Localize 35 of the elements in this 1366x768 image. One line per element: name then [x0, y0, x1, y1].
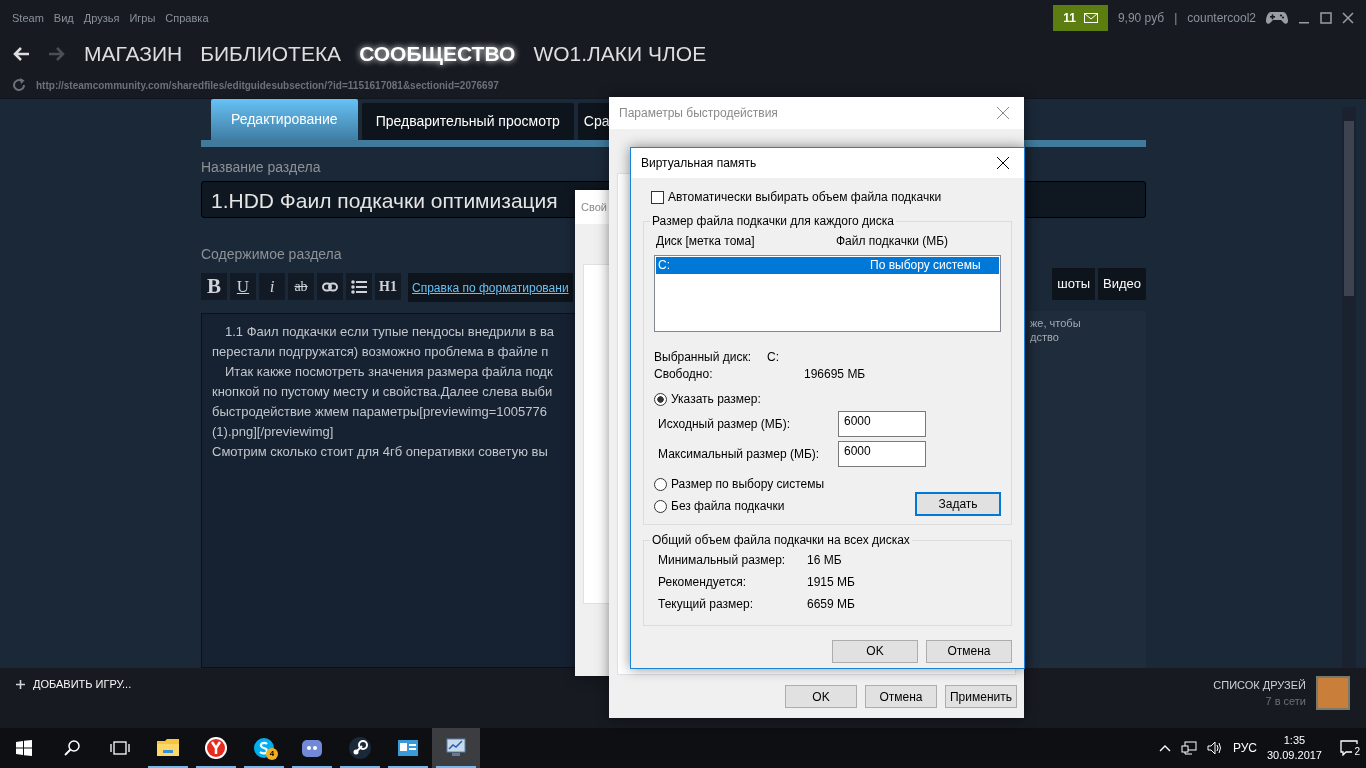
info-label: Минимальный размер:: [658, 553, 787, 568]
field-label: Содержимое раздела: [201, 245, 342, 264]
info-value: 6659 МБ: [807, 597, 855, 612]
info-value: C:: [767, 350, 780, 365]
info-label: Свободно:: [654, 367, 714, 382]
content-text-line: Итак какже посмотреть значения размера файла подк: [224, 363, 553, 381]
address-text: http://steamcommunity.com/sharedfiles/editguidesubsection/?id=1151617081&sectionid=2076697: [36, 78, 499, 93]
column-header: Диск [метка тома]: [656, 234, 756, 249]
info-label: Рекомендуется:: [658, 575, 748, 590]
info-value: 1915 МБ: [807, 575, 855, 590]
wallet-balance: 9,90 руб: [1117, 10, 1165, 27]
group-title: Размер файла подкачки для каждого диска: [650, 214, 896, 229]
content-text-line: быстродействие жмем параметры[previewimg=1005776: [212, 403, 547, 421]
window-title: Свой: [581, 199, 607, 215]
column-header: Файл подкачки (МБ): [836, 234, 949, 249]
group-title: Общий объем файла подкачки на всех дисках: [650, 533, 912, 548]
content-text-line: (1).png][/previewimg]: [212, 423, 334, 441]
content-text-line: Смотрим сколько стоит для 4гб оперативки советую вы: [212, 443, 548, 461]
info-value: 16 МБ: [807, 553, 842, 568]
field-label: Исходный размер (МБ):: [658, 416, 792, 432]
field-label: Максимальный размер (МБ):: [658, 446, 821, 462]
media-hint-text: же, чтобы: [1030, 315, 1082, 330]
content-text-line: 1.1 Фаил подкачки если тупые пендосы внедрили в ва: [224, 323, 554, 341]
info-label: Текущий размер:: [658, 597, 754, 612]
media-hint-text: дство: [1030, 329, 1060, 344]
online-count: 7 в сети: [1264, 694, 1306, 709]
window-title: Виртуальная память: [641, 155, 757, 172]
content-text-line: перестали подгружатся) возможно проблема в файле п: [212, 343, 549, 361]
content-text-line: кнопкой по пустому месту и свойства.Далее слева выби: [212, 383, 553, 401]
info-value: 196695 МБ: [803, 367, 867, 382]
field-label: Название раздела: [201, 158, 321, 177]
window-title: Параметры быстродействия: [619, 105, 778, 122]
separator-text: |: [1174, 10, 1178, 27]
info-label: Выбранный диск:: [654, 350, 753, 365]
notification-badge: 4: [266, 748, 278, 760]
